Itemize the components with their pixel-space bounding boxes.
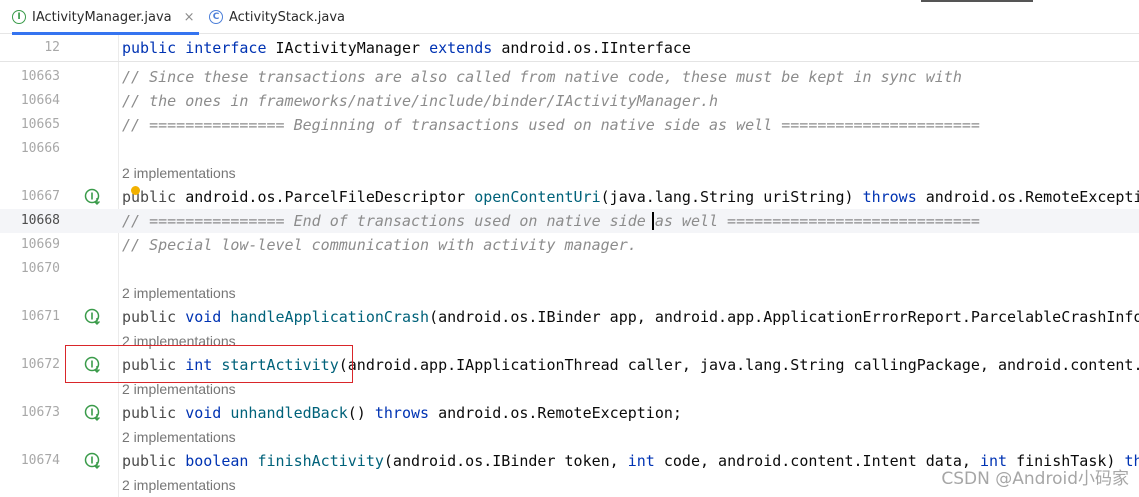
text-caret xyxy=(652,212,654,230)
line-number: 10670 xyxy=(20,261,60,276)
tab-iactivitymanager[interactable]: I IActivityManager.java × xyxy=(12,0,199,35)
line-number: 10674 xyxy=(20,453,60,468)
comment-text: // =============== Beginning of transact… xyxy=(122,116,980,134)
watermark: CSDN @Android小码家 xyxy=(941,469,1129,489)
implemented-by-icon[interactable] xyxy=(84,452,102,470)
code-line: 10664 // the ones in frameworks/native/i… xyxy=(0,89,1139,113)
close-icon[interactable]: × xyxy=(184,10,195,25)
implemented-by-icon[interactable] xyxy=(84,404,102,422)
class-icon: C xyxy=(209,10,223,24)
implemented-by-icon[interactable] xyxy=(84,308,102,326)
line-number: 10666 xyxy=(20,141,60,156)
interface-icon: I xyxy=(12,10,26,24)
code-line: 10663 // Since these transactions are al… xyxy=(0,65,1139,89)
implemented-by-icon[interactable] xyxy=(84,188,102,206)
code-line: 10666 xyxy=(0,137,1139,161)
line-number: 12 xyxy=(44,40,60,55)
tab-label: ActivityStack.java xyxy=(229,9,345,25)
line-number: 10665 xyxy=(20,117,60,132)
line-number: 10671 xyxy=(20,309,60,324)
comment-text: // =============== End of transactions u… xyxy=(122,212,980,230)
code-editor[interactable]: 12 public interface IActivityManager ext… xyxy=(0,35,1139,497)
code-text: public interface IActivityManager extend… xyxy=(122,39,691,57)
implementations-hint[interactable]: 2 implementations xyxy=(122,379,236,399)
comment-text: // Since these transactions are also cal… xyxy=(122,68,962,86)
editor-tab-bar: I IActivityManager.java × C ActivityStac… xyxy=(0,0,1139,35)
sticky-separator xyxy=(0,61,1139,62)
tab-label: IActivityManager.java xyxy=(32,9,172,25)
tab-activitystack[interactable]: C ActivityStack.java xyxy=(209,0,345,34)
line-number: 10668 xyxy=(20,213,60,228)
implementations-hint[interactable]: 2 implementations xyxy=(122,427,236,447)
line-number: 10673 xyxy=(20,405,60,420)
comment-text: // the ones in frameworks/native/include… xyxy=(122,92,719,110)
line-number: 10669 xyxy=(20,237,60,252)
code-text: public android.os.ParcelFileDescriptor o… xyxy=(122,188,1139,206)
code-line-current: 10668 // =============== End of transact… xyxy=(0,209,1139,233)
code-text: public void handleApplicationCrash(andro… xyxy=(122,308,1139,326)
implementations-hint[interactable]: 2 implementations xyxy=(122,475,236,495)
code-line: 10665 // =============== Beginning of tr… xyxy=(0,113,1139,137)
line-number: 10663 xyxy=(20,69,60,84)
code-line: 10673 public void unhandledBack() throws… xyxy=(0,401,1139,425)
line-number: 10664 xyxy=(20,93,60,108)
comment-text: // Special low-level communication with … xyxy=(122,236,637,254)
code-text: public void unhandledBack() throws andro… xyxy=(122,404,682,422)
annotation-highlight-box xyxy=(65,345,353,383)
code-line: 10667 public android.os.ParcelFileDescri… xyxy=(0,185,1139,209)
line-number: 10672 xyxy=(20,357,60,372)
implementations-hint[interactable]: 2 implementations xyxy=(122,163,236,183)
implementations-hint[interactable]: 2 implementations xyxy=(122,283,236,303)
code-line: 10669 // Special low-level communication… xyxy=(0,233,1139,257)
line-number: 10667 xyxy=(20,189,60,204)
code-line: 10671 public void handleApplicationCrash… xyxy=(0,305,1139,329)
code-line: 10670 xyxy=(0,257,1139,281)
lightbulb-icon[interactable] xyxy=(131,186,140,195)
sticky-line: 12 public interface IActivityManager ext… xyxy=(0,36,1139,60)
toolbar-divider xyxy=(921,0,1033,2)
